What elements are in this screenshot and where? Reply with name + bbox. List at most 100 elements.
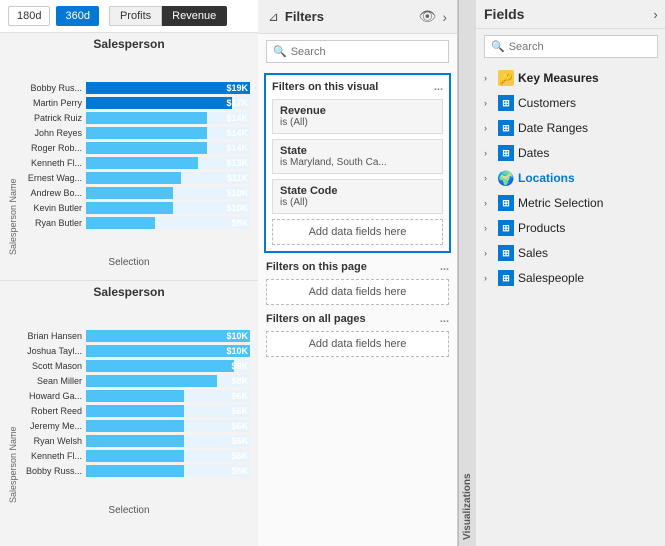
chevron-icon: ›: [484, 148, 494, 158]
bar-fill: $19K: [86, 82, 250, 94]
filters-search-input[interactable]: [291, 46, 442, 58]
page-filter-more[interactable]: ...: [440, 261, 449, 273]
revenue-toggle[interactable]: Revenue: [162, 6, 227, 26]
field-group-header[interactable]: ›⊞Dates: [476, 141, 665, 165]
fields-collapse-icon[interactable]: ›: [653, 7, 657, 22]
field-group-name: Date Ranges: [518, 121, 588, 135]
chevron-icon: ›: [484, 198, 494, 208]
bar-fill: $6K: [86, 405, 184, 417]
filter-item-revenue[interactable]: Revenue is (All): [272, 99, 443, 134]
chevron-icon: ›: [484, 73, 494, 83]
bar-value: $6K: [231, 421, 248, 431]
filter-item-state[interactable]: State is Maryland, South Ca...: [272, 139, 443, 174]
filters-eye-icon[interactable]: 👁: [419, 8, 437, 25]
visual-add-fields-button[interactable]: Add data fields here: [272, 219, 443, 245]
fields-search-input[interactable]: [509, 41, 651, 53]
bar-row: Ryan Butler$8K: [20, 217, 250, 229]
filter-state-name: State: [280, 145, 435, 157]
field-group-item[interactable]: ›⊞Customers: [476, 91, 665, 115]
bar-value: $8K: [231, 218, 248, 228]
bar-label: Andrew Bo...: [20, 188, 82, 198]
bar-value: $6K: [231, 466, 248, 476]
fields-header: Fields ›: [476, 0, 665, 29]
bar-row: Joshua Tayl...$10K: [20, 345, 250, 357]
time-180d-button[interactable]: 180d: [8, 6, 50, 26]
chart2-y-axis: Salesperson Name: [8, 303, 18, 503]
field-group-item[interactable]: ›⊞Products: [476, 216, 665, 240]
bar-track: $9K: [86, 360, 250, 372]
field-group-item[interactable]: ›🌍Locations: [476, 166, 665, 190]
field-group-item[interactable]: ›🔑Key Measures: [476, 66, 665, 90]
bar-fill: $6K: [86, 390, 184, 402]
bar-label: Ernest Wag...: [20, 173, 82, 183]
field-group-name: Sales: [518, 246, 548, 260]
left-charts-panel: 180d 360d Profits Revenue Salesperson Sa…: [0, 0, 258, 546]
bar-fill: $9K: [86, 360, 234, 372]
bar-track: $14K: [86, 127, 250, 139]
visual-filter-header: Filters on this visual ...: [272, 81, 443, 93]
app-container: 180d 360d Profits Revenue Salesperson Sa…: [0, 0, 665, 546]
field-group-header[interactable]: ›🌍Locations: [476, 166, 665, 190]
filter-revenue-name: Revenue: [280, 105, 435, 117]
field-group-header[interactable]: ›⊞Metric Selection: [476, 191, 665, 215]
bar-row: Andrew Bo... $10K: [20, 187, 250, 199]
field-group-header[interactable]: ›⊞Products: [476, 216, 665, 240]
bar-fill: $10K: [86, 202, 173, 214]
chart1-selection: Selection: [8, 257, 250, 268]
filter-statecode-name: State Code: [280, 185, 435, 197]
chevron-icon: ›: [484, 248, 494, 258]
bar-row: Ryan Welsh$6K: [20, 435, 250, 447]
field-group-item[interactable]: ›⊞Date Ranges: [476, 116, 665, 140]
profits-toggle[interactable]: Profits: [109, 6, 162, 26]
bar-label: Kevin Butler: [20, 203, 82, 213]
visualizations-tab[interactable]: Visualizations: [458, 0, 476, 546]
salespeople-icon: ⊞: [498, 270, 514, 286]
customers-icon: ⊞: [498, 95, 514, 111]
filters-panel: ⊿ Filters 👁 › 🔍 Filters on this visual .…: [258, 0, 458, 546]
field-group-item[interactable]: ›⊞Sales: [476, 241, 665, 265]
bar-label: Howard Ga...: [20, 391, 82, 401]
filter-item-statecode[interactable]: State Code is (All): [272, 179, 443, 214]
bar-track: $10K: [86, 187, 250, 199]
page-add-fields-button[interactable]: Add data fields here: [266, 279, 449, 305]
bar-value: $6K: [231, 451, 248, 461]
toggle-group: Profits Revenue: [109, 6, 227, 26]
date-ranges-icon: ⊞: [498, 120, 514, 136]
allpages-add-fields-button[interactable]: Add data fields here: [266, 331, 449, 357]
field-group-header[interactable]: ›🔑Key Measures: [476, 66, 665, 90]
bar-track: $13K: [86, 157, 250, 169]
chevron-icon: ›: [484, 223, 494, 233]
bar-value: $11K: [227, 173, 248, 183]
bar-row: Bobby Rus...$19K: [20, 82, 250, 94]
allpages-filter-section: Filters on all pages ... Add data fields…: [264, 313, 451, 357]
bar-track: $8K: [86, 217, 250, 229]
bar-track: $6K: [86, 390, 250, 402]
top-bar: 180d 360d Profits Revenue: [0, 0, 258, 33]
bar-value: $14K: [226, 113, 248, 123]
field-group-header[interactable]: ›⊞Sales: [476, 241, 665, 265]
bar-value: $10K: [226, 346, 248, 356]
bar-value: $6K: [231, 406, 248, 416]
field-group-name: Metric Selection: [518, 196, 603, 210]
bar-track: $10K: [86, 330, 250, 342]
bar-label: Kenneth Fl...: [20, 158, 82, 168]
visual-filter-title: Filters on this visual: [272, 81, 378, 93]
field-group-item[interactable]: ›⊞Dates: [476, 141, 665, 165]
bar-row: Howard Ga... $6K: [20, 390, 250, 402]
bar-row: Kenneth Fl... $13K: [20, 157, 250, 169]
field-group-item[interactable]: ›⊞Metric Selection: [476, 191, 665, 215]
field-group-header[interactable]: ›⊞Customers: [476, 91, 665, 115]
bar-track: $6K: [86, 450, 250, 462]
bar-label: Roger Rob...: [20, 143, 82, 153]
field-group-header[interactable]: ›⊞Date Ranges: [476, 116, 665, 140]
filters-arrow-icon[interactable]: ›: [442, 9, 447, 25]
field-group-header[interactable]: ›⊞Salespeople: [476, 266, 665, 290]
field-group-item[interactable]: ›⊞Salespeople: [476, 266, 665, 290]
allpages-filter-more[interactable]: ...: [440, 313, 449, 325]
bar-value: $10K: [226, 188, 248, 198]
field-group-name: Products: [518, 221, 565, 235]
bar-fill: $10K: [86, 330, 250, 342]
bar-fill: $6K: [86, 450, 184, 462]
time-360d-button[interactable]: 360d: [56, 6, 98, 26]
visual-filter-more[interactable]: ...: [434, 81, 443, 93]
